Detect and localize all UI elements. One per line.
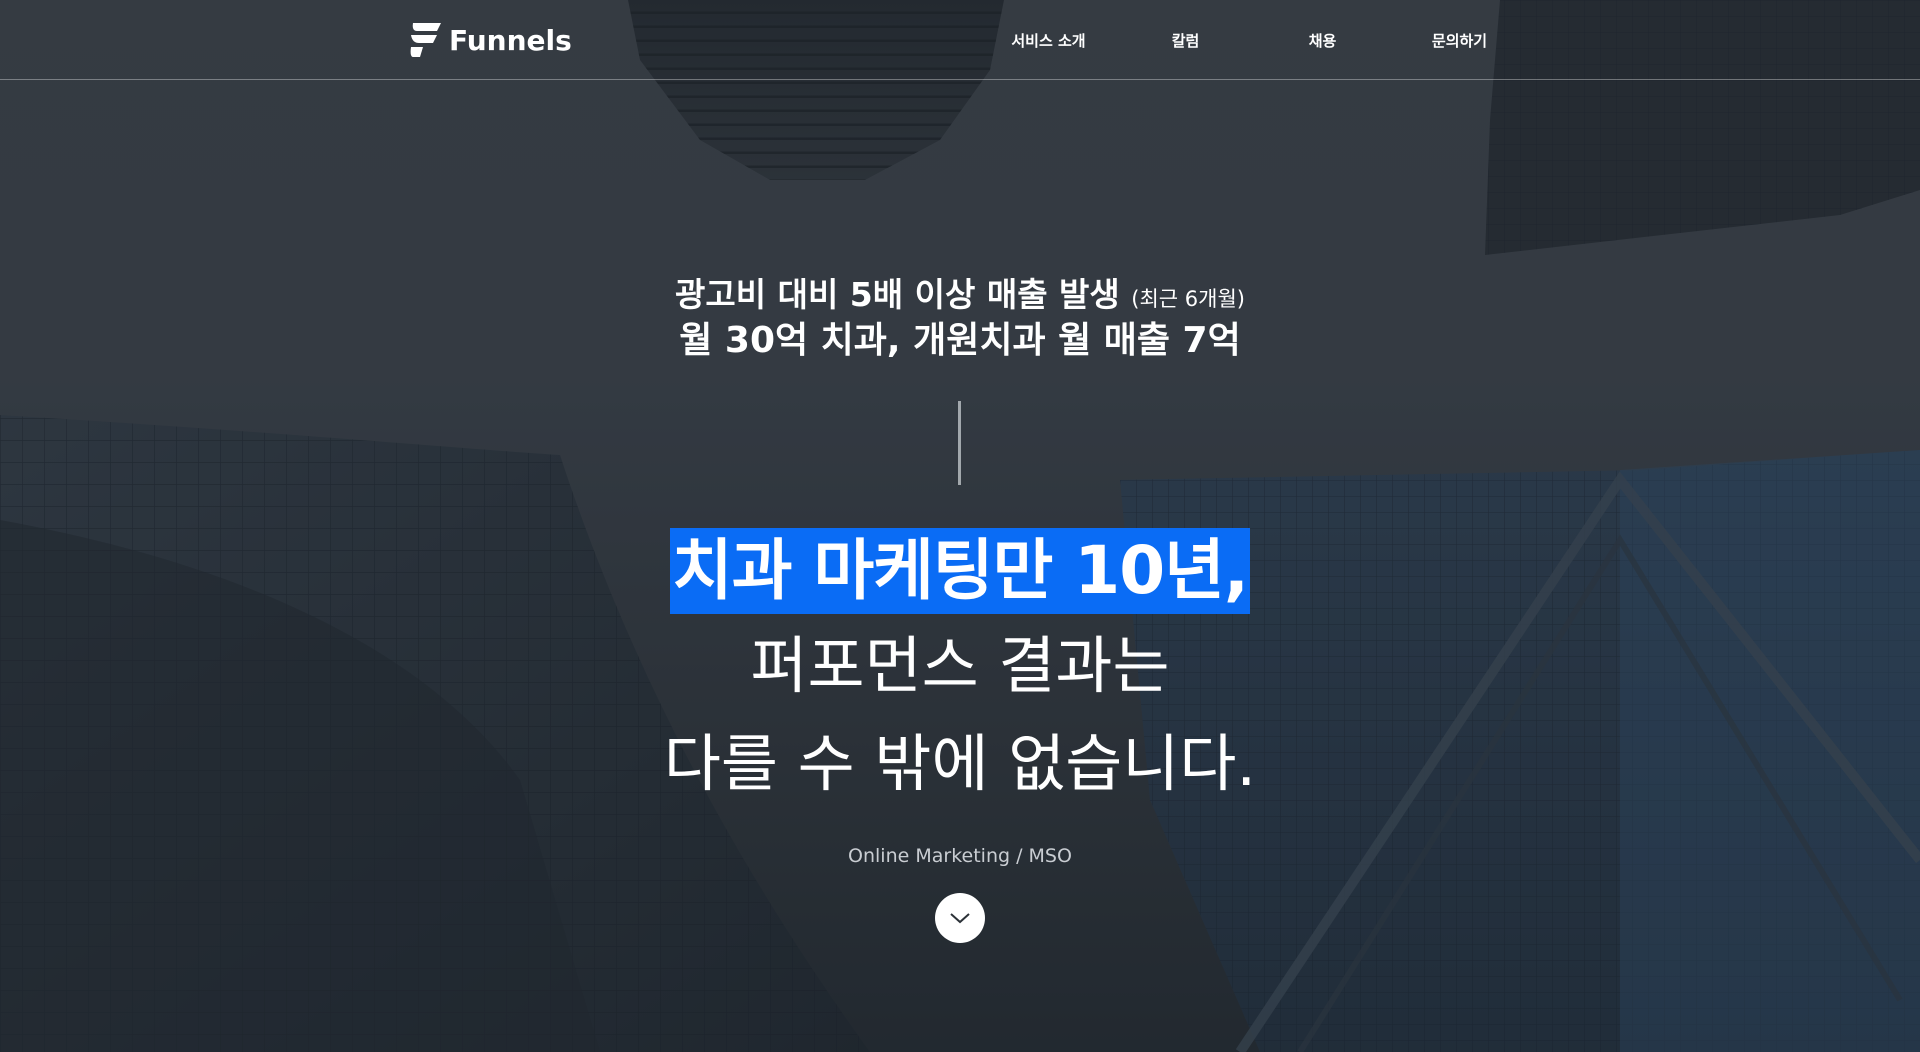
stat-line-revenue-note: (최근 6개월) — [1131, 287, 1245, 311]
headline-line-3: 다를 수 밖에 없습니다. — [663, 727, 1257, 800]
vertical-divider — [958, 401, 961, 485]
headline-line-2: 퍼포먼스 결과는 — [750, 629, 1170, 702]
stat-line-revenue-text: 광고비 대비 5배 이상 매출 발생 — [675, 275, 1120, 314]
headline-highlight-text: 치과 마케팅만 10년, — [670, 528, 1250, 614]
stat-line-revenue: 광고비 대비 5배 이상 매출 발생 (최근 6개월) — [0, 272, 1920, 322]
headline-highlight: 치과 마케팅만 10년, — [0, 528, 1920, 614]
chevron-down-icon — [950, 913, 970, 924]
hero-section: 광고비 대비 5배 이상 매출 발생 (최근 6개월) 월 30억 치과, 개원… — [0, 0, 1920, 1052]
hero-tagline: Online Marketing / MSO — [848, 845, 1072, 867]
scroll-down-button[interactable] — [935, 893, 985, 943]
stat-line-clinic: 월 30억 치과, 개원치과 월 매출 7억 — [679, 320, 1241, 361]
